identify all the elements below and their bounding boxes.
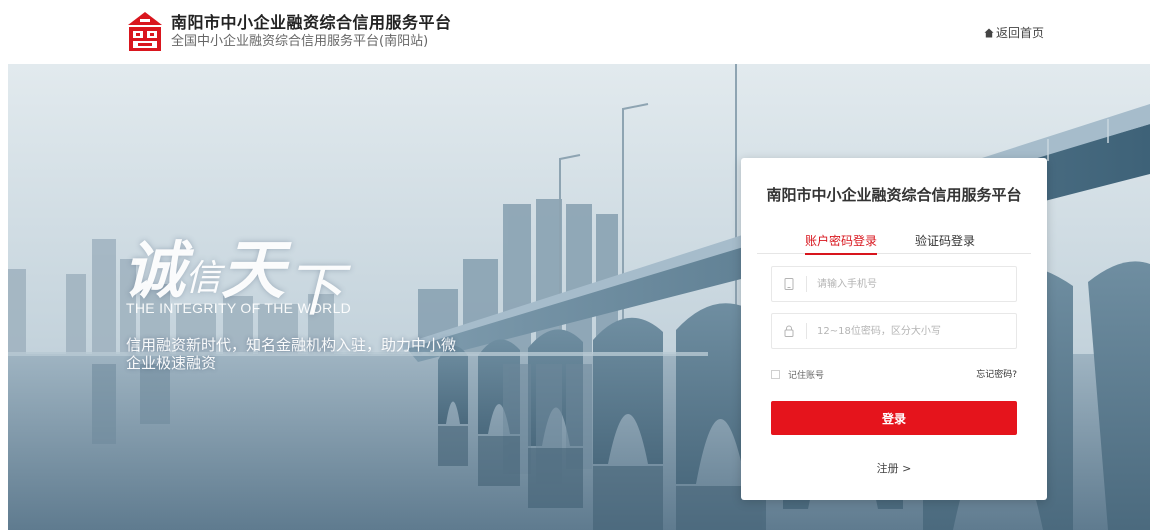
site-header: 南阳市中小企业融资综合信用服务平台 全国中小企业融资综合信用服务平台(南阳站) … (0, 0, 1150, 64)
tab-password-login[interactable]: 账户密码登录 (805, 232, 878, 255)
login-card: 南阳市中小企业融资综合信用服务平台 账户密码登录 验证码登录 记住账号 忘记密码… (741, 158, 1047, 500)
slogan-char-2: 信 (185, 258, 222, 299)
remember-checkbox[interactable] (771, 370, 780, 379)
brand-title: 南阳市中小企业融资综合信用服务平台 (171, 13, 452, 32)
field-divider (806, 276, 807, 292)
tab-code-login[interactable]: 验证码登录 (915, 232, 975, 254)
remember-label[interactable]: 记住账号 (788, 368, 824, 381)
home-icon (984, 28, 994, 37)
lock-icon (772, 314, 806, 348)
slogan-char-1: 诚 (123, 234, 186, 307)
phone-icon (772, 267, 806, 301)
login-title: 南阳市中小企业融资综合信用服务平台 (766, 186, 1022, 204)
remember-account: 记住账号 (771, 368, 824, 381)
brand-logo[interactable]: 南阳市中小企业融资综合信用服务平台 全国中小企业融资综合信用服务平台(南阳站) (125, 10, 452, 54)
field-divider (806, 323, 807, 339)
register-link[interactable]: 注册 > (741, 460, 1047, 476)
slogan-english: THE INTEGRITY OF THE WORLD (126, 300, 352, 316)
home-link[interactable]: 返回首页 (984, 24, 1044, 41)
brand-subtitle: 全国中小企业融资综合信用服务平台(南阳站) (171, 34, 429, 49)
password-field (771, 313, 1017, 349)
slogan-calligraphy: 诚信天下 (123, 219, 343, 324)
building-seal-icon (128, 12, 162, 51)
password-input[interactable] (815, 324, 1016, 338)
phone-input[interactable] (815, 277, 1016, 291)
forgot-password-link[interactable]: 忘记密码? (976, 367, 1017, 380)
home-link-label: 返回首页 (995, 26, 1044, 40)
slogan-description: 信用融资新时代，知名金融机构入驻，助力中小微企业极速融资 (126, 336, 457, 372)
login-tabs: 账户密码登录 验证码登录 (757, 232, 1031, 255)
login-button[interactable]: 登录 (771, 401, 1017, 435)
slogan-char-3: 天 (221, 233, 286, 308)
phone-field (771, 266, 1017, 302)
